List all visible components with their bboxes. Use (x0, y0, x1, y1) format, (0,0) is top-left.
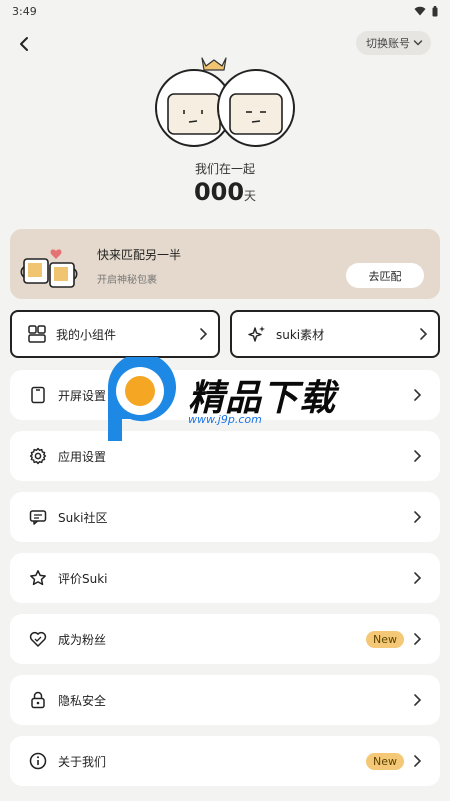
star-icon (28, 568, 48, 588)
menu-item-suki-community[interactable]: Suki社区 (10, 492, 440, 542)
menu-item-label: 隐私安全 (58, 693, 107, 708)
chevron-right-icon (414, 694, 422, 706)
chat-bubble-icon (28, 507, 48, 527)
cups-icon (20, 249, 78, 288)
chevron-right-icon (420, 328, 428, 340)
status-icons (414, 5, 438, 17)
menu-item-label: Suki社区 (58, 510, 108, 525)
chevron-right-icon (414, 389, 422, 401)
info-icon (28, 751, 48, 771)
menu-item-label: 成为粉丝 (58, 632, 107, 647)
match-title: 快来匹配另一半 (97, 248, 182, 262)
menu-item-label: 评价Suki (58, 571, 108, 586)
new-badge: New (366, 752, 404, 770)
suki-materials-button[interactable]: suki素材 (230, 310, 440, 358)
sparkle-icon (248, 326, 265, 342)
heart-icon (28, 629, 48, 649)
lock-icon (28, 690, 48, 710)
chevron-right-icon (200, 328, 208, 340)
match-subtitle: 开启神秘包裹 (97, 275, 157, 286)
status-time: 3:49 (12, 4, 37, 18)
match-card: 快来匹配另一半 开启神秘包裹 去匹配 (10, 229, 440, 299)
suki-materials-label: suki素材 (276, 327, 325, 342)
chevron-right-icon (414, 450, 422, 462)
chevron-down-icon (413, 40, 423, 46)
switch-account-button[interactable]: 切换账号 (356, 31, 431, 55)
phone-screen-icon (28, 385, 48, 405)
couple-label: 我们在一起 (194, 162, 255, 176)
back-button[interactable] (12, 32, 36, 56)
days-unit: 天 (244, 189, 257, 203)
menu-item-privacy-security[interactable]: 隐私安全 (10, 675, 440, 725)
chevron-right-icon (414, 572, 422, 584)
battery-icon (432, 5, 438, 16)
watermark-overlay: 精品下载 www.j9p.com (100, 357, 360, 441)
crown-icon (201, 57, 227, 71)
my-widgets-label: 我的小组件 (56, 327, 117, 342)
menu-item-become-fan[interactable]: 成为粉丝 New (10, 614, 440, 664)
menu-item-about-us[interactable]: 关于我们 New (10, 736, 440, 786)
back-arrow-icon (20, 37, 28, 51)
gear-icon (28, 446, 48, 466)
days-counter: 000天 (0, 178, 450, 206)
chevron-right-icon (414, 511, 422, 523)
go-match-button[interactable]: 去匹配 (346, 263, 424, 288)
new-badge: New (366, 630, 404, 648)
switch-account-label: 切换账号 (366, 37, 410, 50)
menu-item-label: 应用设置 (58, 449, 107, 464)
couple-avatars (155, 57, 295, 147)
watermark-url: www.j9p.com (188, 413, 262, 426)
status-bar: 3:49 (0, 0, 450, 22)
avatar-right (217, 69, 295, 147)
watermark-logo-icon (108, 357, 176, 441)
chevron-right-icon (414, 633, 422, 645)
menu-item-rate-suki[interactable]: 评价Suki (10, 553, 440, 603)
widget-grid-icon (28, 325, 46, 343)
wifi-icon (414, 6, 426, 16)
my-widgets-button[interactable]: 我的小组件 (10, 310, 220, 358)
menu-item-label: 关于我们 (58, 754, 107, 769)
days-number: 000 (193, 178, 245, 206)
chevron-right-icon (414, 755, 422, 767)
